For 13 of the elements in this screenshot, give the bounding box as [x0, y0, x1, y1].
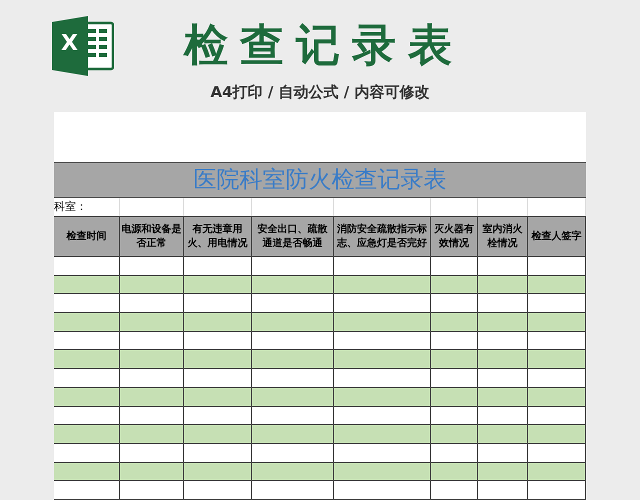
column-header: 检查人签字 — [528, 217, 586, 256]
sheet-title: 医院科室防火检查记录表 — [54, 162, 586, 198]
column-header: 安全出口、疏散通道是否畅通 — [252, 217, 334, 256]
column-header: 检查时间 — [54, 217, 120, 256]
column-header: 电源和设备是否正常 — [120, 217, 184, 256]
column-header: 消防安全疏散指示标志、应急灯是否完好 — [334, 217, 431, 256]
page-title: 检查记录表 — [184, 24, 464, 68]
spreadsheet-logo-icon — [52, 16, 114, 76]
column-header: 有无违章用火、用电情况 — [184, 217, 252, 256]
column-header: 室内消火栓情况 — [478, 217, 528, 256]
page-subtitle: A4打印 / 自动公式 / 内容可修改 — [210, 85, 430, 100]
column-header: 灭火器有效情况 — [431, 217, 478, 256]
logo-letter: X — [61, 32, 78, 54]
